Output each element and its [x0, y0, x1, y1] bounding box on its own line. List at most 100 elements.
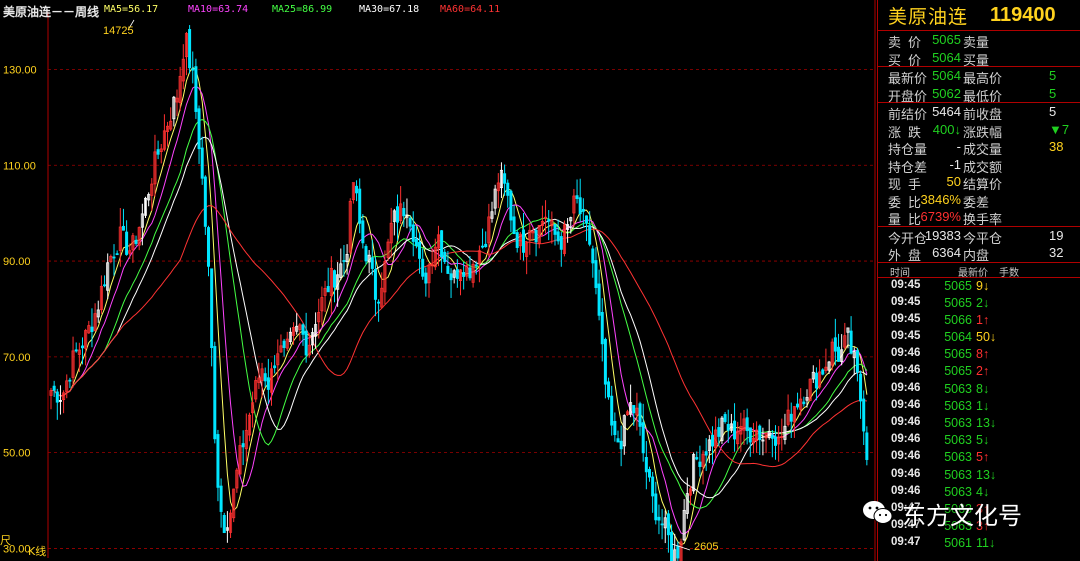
candle-body [770, 434, 774, 439]
tick-time: 09:45 [891, 278, 921, 291]
quote-value: 19383 [924, 227, 961, 243]
candle-body [481, 245, 485, 248]
tick-price: 5065 [944, 364, 972, 379]
candle-body [462, 272, 466, 277]
quote-row: 持仓量 - 成交量 38 [878, 138, 1080, 157]
tick-volume: 5↓ [976, 433, 990, 448]
candle-body [862, 398, 866, 432]
candle-body [613, 420, 617, 436]
tick-time: 09:46 [891, 467, 921, 480]
tick-time: 09:46 [891, 416, 921, 428]
tick-row: 09:46 5063 5↑ [878, 449, 1080, 466]
quote-value: 5064 [932, 68, 961, 83]
candle-body [559, 236, 563, 250]
y-tick-label: 70.00 [3, 352, 31, 364]
tick-time: 09:45 [891, 295, 921, 308]
tick-price: 5063 [944, 467, 972, 482]
candle-body [361, 220, 365, 244]
candle-body [553, 223, 557, 235]
candle-body [355, 185, 359, 194]
tick-time: 09:46 [891, 398, 921, 411]
ma-legend-ma5: MA5=56.17 [104, 4, 159, 15]
instrument-name: 美原油连 [888, 5, 969, 28]
candle-body [484, 243, 488, 248]
candle-body [222, 515, 226, 534]
candle-body [660, 523, 664, 526]
tick-time: 09:46 [891, 433, 921, 446]
kline-chart[interactable]: 130.00 110.00 90.00 70.00 50.00 30.00 14725 260… [0, 0, 876, 561]
tick-time: 09:46 [891, 450, 921, 463]
tick-row: 09:46 5063 13↓ [878, 415, 1080, 432]
candle-body [402, 208, 406, 217]
candle-body [455, 269, 459, 279]
candle-body [610, 395, 614, 426]
candle-body [647, 469, 652, 478]
candle-body [395, 206, 400, 223]
candle-body [194, 66, 198, 112]
candle-body [370, 257, 374, 269]
candle-body [80, 345, 85, 349]
ma-legend-ma25: MA25=86.99 [272, 4, 333, 15]
candle-body [424, 272, 428, 284]
candle-body [273, 365, 277, 369]
instrument-code: 119400 [990, 3, 1056, 26]
quote-row: 前结价 5464 前收盘 5 [878, 103, 1080, 122]
candle-body [449, 273, 453, 281]
candle-body [594, 260, 598, 288]
candle-body [68, 379, 72, 382]
tick-row: 09:45 5064 50↓ [878, 329, 1080, 346]
y-tick-label: 90.00 [3, 256, 31, 268]
quote-value-right: 32 [1049, 245, 1064, 260]
tick-volume: 13↓ [976, 467, 997, 482]
candle-body [654, 493, 658, 521]
tick-volume: 5↑ [976, 450, 990, 465]
quote-row: 开盘价 5062 最低价 5 [878, 85, 1080, 104]
candle-body [446, 265, 450, 274]
kline-label[interactable]: K线 [28, 544, 46, 558]
ma-line-ma5 [50, 66, 868, 546]
candle-body [377, 301, 381, 304]
candle-body [342, 260, 346, 262]
candle-body [534, 229, 538, 243]
quote-value: 50 [946, 174, 961, 189]
candle-body [206, 227, 211, 267]
candle-body [304, 330, 308, 356]
quote-panel: 美原油连 119400 卖价 5065 卖量 买价 5064 买量 最新价 5064 最高价 5 开… [877, 0, 1080, 561]
ma-legend-ma10: MA10=63.74 [188, 4, 249, 15]
candle-body [418, 241, 422, 259]
candle-body [644, 457, 648, 473]
ma-line-ma10 [50, 85, 868, 535]
tick-row: 09:47 5061 11↓ [878, 535, 1080, 552]
quote-label: 外盘 [888, 248, 929, 263]
candle-body [865, 432, 869, 460]
candle-body [210, 268, 214, 349]
tick-price: 5065 [944, 278, 972, 293]
tick-row: 09:45 5066 1↑ [878, 312, 1080, 329]
candle-body [219, 485, 223, 512]
tick-header: 时间 最新价 手数 [878, 263, 1080, 279]
candle-body [216, 434, 220, 488]
candle-body [74, 349, 78, 352]
tick-row: 09:46 5063 1↓ [878, 398, 1080, 415]
quote-value: - [956, 139, 961, 154]
candle-body [632, 405, 636, 414]
candle-body [115, 253, 119, 256]
candle-body [666, 513, 670, 536]
candle-body [670, 531, 674, 561]
candle-body [521, 229, 526, 253]
candle-body [773, 436, 778, 446]
candle-body [112, 256, 116, 259]
quote-value-right: ▼7 [1049, 121, 1070, 137]
quote-row: 外盘 6364 内盘 32 [878, 244, 1080, 263]
quote-label-right: 买量 [963, 52, 990, 68]
candle-body [619, 440, 623, 450]
candle-body [607, 381, 611, 398]
tick-price: 5064 [944, 330, 972, 345]
kline-chart-svg[interactable]: 130.00110.0090.0070.0050.0030.0014725260… [0, 0, 876, 561]
tick-time: 09:45 [891, 330, 921, 343]
tick-volume: 2↓ [976, 295, 990, 310]
candle-body [421, 258, 425, 277]
tick-row: 09:46 5063 13↓ [878, 467, 1080, 484]
quote-row: 持仓差 -1 成交额 [878, 156, 1080, 175]
quote-row: 量比 6739% 换手率 [878, 208, 1080, 227]
